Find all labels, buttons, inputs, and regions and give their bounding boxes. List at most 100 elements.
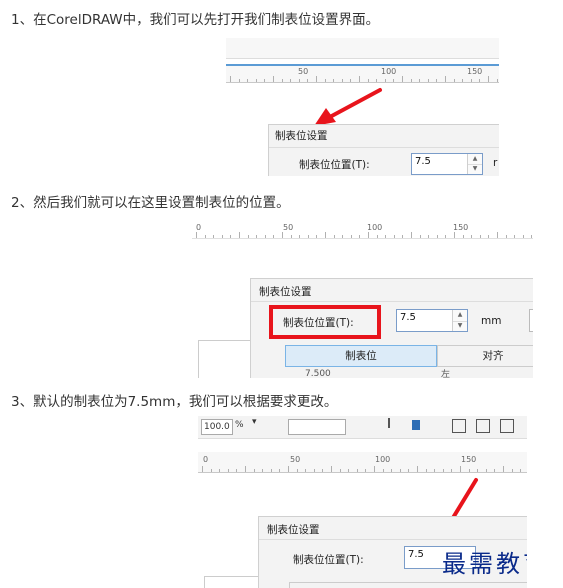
ruler-tick xyxy=(316,76,317,82)
ruler-tick xyxy=(411,232,412,238)
ruler-label: 100 xyxy=(367,223,383,232)
red-arrow-icon xyxy=(314,88,382,126)
ruler-tick xyxy=(204,235,206,238)
ruler-tick xyxy=(264,79,266,82)
ruler-tick xyxy=(477,469,479,472)
zoom-input[interactable]: 100.0 xyxy=(201,419,233,435)
ruler-tick xyxy=(279,469,281,472)
tab-settings-panel: 制表位设置 制表位位置(T): 7.5 ▲ ▼ r xyxy=(268,124,499,176)
ruler-tick xyxy=(368,232,369,238)
toolbar-field[interactable] xyxy=(288,419,346,435)
ruler-tick xyxy=(350,235,352,238)
highlight-box xyxy=(269,305,381,339)
ruler-tick xyxy=(399,469,401,472)
ruler-tick xyxy=(290,235,292,238)
ruler-tick xyxy=(365,469,367,472)
unit-label: mm xyxy=(481,315,502,327)
ruler-label: 150 xyxy=(453,223,469,232)
horizontal-ruler[interactable]: 0 50 100 150 xyxy=(192,222,533,239)
ruler-tick xyxy=(442,469,444,472)
ruler-tick xyxy=(256,235,258,238)
ruler-tick xyxy=(270,469,272,472)
ruler-tick xyxy=(238,79,240,82)
ruler-tick xyxy=(339,469,341,472)
align-left-icon[interactable] xyxy=(452,419,466,433)
ruler-tick xyxy=(262,469,264,472)
ruler-tick xyxy=(255,79,257,82)
ruler-tick xyxy=(239,232,240,238)
step-3-text: 3、默认的制表位为7.5mm，我们可以根据要求更改。 xyxy=(11,394,338,410)
ruler-tick xyxy=(436,235,438,238)
zoom-dropdown-icon[interactable]: ▾ xyxy=(252,417,257,427)
ruler-tick xyxy=(298,79,300,82)
horizontal-ruler[interactable]: 0 50 100 150 xyxy=(198,452,527,473)
ruler-tick xyxy=(470,79,472,82)
ruler-tick xyxy=(359,235,361,238)
ruler-tick xyxy=(210,469,212,472)
horizontal-ruler[interactable]: 50 100 150 xyxy=(226,66,499,83)
ruler-label: 100 xyxy=(375,455,391,464)
spin-down-icon[interactable]: ▼ xyxy=(453,321,467,332)
ruler-tick xyxy=(479,79,481,82)
ruler-tick xyxy=(425,469,427,472)
ruler-tick xyxy=(445,76,446,82)
spin-down-icon[interactable]: ▼ xyxy=(468,164,482,174)
ruler-tick xyxy=(299,235,301,238)
tab-row-value[interactable]: 7.500 xyxy=(305,369,331,378)
tab-row-align[interactable]: 左 xyxy=(441,367,450,378)
spinner-arrows[interactable]: ▲ ▼ xyxy=(467,154,482,174)
ruler-tick xyxy=(494,469,496,472)
align-center-icon[interactable] xyxy=(476,419,490,433)
color-tool-icon[interactable] xyxy=(412,420,420,430)
ruler-tick xyxy=(402,76,403,82)
ruler-tick xyxy=(350,79,352,82)
ruler-tick xyxy=(479,235,481,238)
ruler-tick xyxy=(385,235,387,238)
ruler-tick xyxy=(410,79,412,82)
tab-position-value: 7.5 xyxy=(415,156,431,167)
tab-column-header[interactable]: 制表位 xyxy=(285,345,437,367)
ruler-tick xyxy=(307,235,309,238)
align-column-header[interactable]: 对齐 xyxy=(437,345,533,367)
ruler-tick xyxy=(393,79,395,82)
ruler-tick xyxy=(391,469,393,472)
ruler-tick xyxy=(511,469,513,472)
ruler-tick xyxy=(359,76,360,82)
ruler-tick xyxy=(402,235,404,238)
ruler-tick xyxy=(514,235,516,238)
ruler-tick xyxy=(333,235,335,238)
panel-title: 制表位设置 xyxy=(275,130,328,142)
ruler-tick xyxy=(496,79,498,82)
brand-watermark: 最需教育 xyxy=(442,550,527,578)
ruler-tick xyxy=(497,232,498,238)
ruler-tick xyxy=(213,235,215,238)
screenshot-2: 0 50 100 150 制表位设置 制表位位置(T): 7.5 ▲ ▼ mm … xyxy=(192,218,533,378)
ruler-label: 0 xyxy=(196,223,202,232)
ruler-tick xyxy=(488,76,489,82)
align-right-icon[interactable] xyxy=(500,419,514,433)
ruler-tick xyxy=(331,466,332,472)
ruler-tick xyxy=(356,469,358,472)
ruler-tick xyxy=(393,235,395,238)
ruler-tick xyxy=(282,232,283,238)
spinner-arrows[interactable]: ▲ ▼ xyxy=(452,310,467,331)
panel-title: 制表位设置 xyxy=(267,524,320,536)
ruler-label: 50 xyxy=(298,67,309,76)
page-frame xyxy=(198,340,256,378)
ruler-tick xyxy=(236,469,238,472)
tab-position-input[interactable]: 7.5 ▲ ▼ xyxy=(396,309,468,332)
ruler-tick xyxy=(436,79,438,82)
ruler-tick xyxy=(453,79,455,82)
tab-list-header[interactable] xyxy=(289,582,527,588)
tab-position-input[interactable]: 7.5 ▲ ▼ xyxy=(411,153,483,175)
ruler-label: 50 xyxy=(283,223,294,232)
ruler-tick xyxy=(468,469,470,472)
zoom-unit-label: % xyxy=(235,420,244,430)
ruler-tick xyxy=(522,235,524,238)
text-tool-icon[interactable] xyxy=(388,418,390,428)
side-button[interactable] xyxy=(529,309,533,332)
ruler-tick xyxy=(417,466,418,472)
ruler-tick xyxy=(230,76,231,82)
ruler-tick xyxy=(307,79,309,82)
ruler-tick xyxy=(462,235,464,238)
